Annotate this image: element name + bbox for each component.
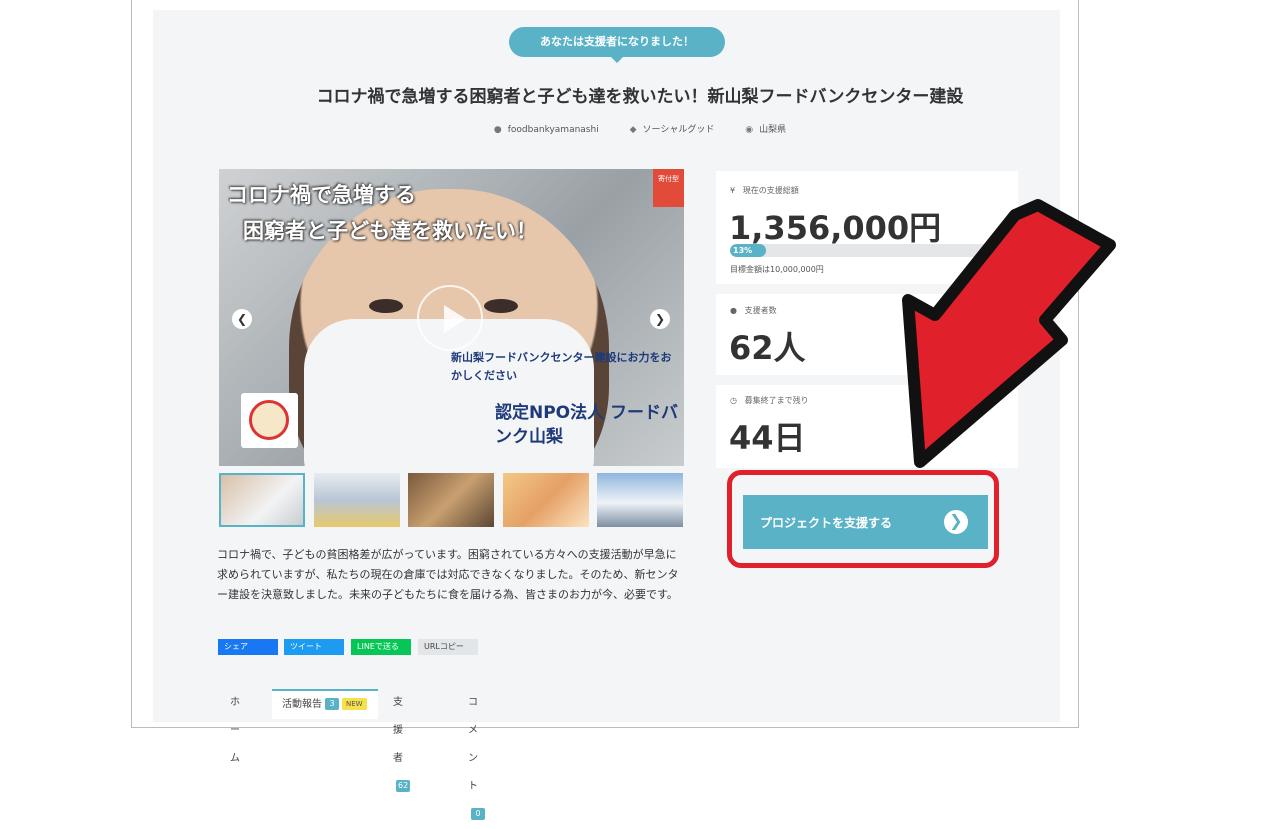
arrow-right-circle-icon: ❯ <box>944 510 968 534</box>
line-share-button[interactable]: LINEで送る <box>351 639 411 655</box>
tab-comments-label: コメント <box>468 697 478 792</box>
thumbnail-1[interactable] <box>219 473 305 527</box>
comments-count-badge: 0 <box>471 808 485 820</box>
supporters-label-row: ● 支援者数 <box>730 305 777 316</box>
location-name: 山梨県 <box>759 125 787 135</box>
thumbnail-5[interactable] <box>597 473 683 527</box>
project-meta: ● foodbankyamanashi ◆ ソーシャルグッド ◉ 山梨県 <box>180 122 1100 135</box>
tab-comments[interactable]: コメント 0 <box>468 689 485 820</box>
thumbnail-3[interactable] <box>408 473 494 527</box>
project-hero-image[interactable]: コロナ禍で急増する 困窮者と子ども達を救いたい！ 新山梨フードバンクセンター建設… <box>219 169 684 466</box>
supporter-badge: あなたは支援者になりました！ <box>509 27 725 63</box>
tab-home-label: ホーム <box>230 697 240 764</box>
activity-count-badge: 3 <box>325 698 339 710</box>
hero-org-name: 認定NPO法人 フードバンク山梨 <box>495 403 679 447</box>
map-pin-icon: ◉ <box>745 125 754 135</box>
play-video-icon[interactable] <box>417 285 483 351</box>
clock-icon: ◷ <box>730 396 737 405</box>
amount-label-row: ¥ 現在の支援総額 <box>730 185 799 196</box>
new-badge: NEW <box>342 698 367 710</box>
yen-icon: ¥ <box>730 186 736 195</box>
tab-supporters-label: 支援者 <box>393 697 403 764</box>
tab-activity-label: 活動報告 <box>282 699 322 710</box>
user-icon: ● <box>493 125 502 135</box>
hero-headline-2: 困窮者と子ども達を救いたい！ <box>243 219 537 243</box>
facebook-share-label: シェア <box>224 642 248 651</box>
org-logo <box>241 393 298 448</box>
donation-type-tag: 寄付型 <box>653 169 684 207</box>
tag-icon: ◆ <box>629 125 637 135</box>
hero-headline-1: コロナ禍で急増する <box>227 183 416 207</box>
chevron-right-icon[interactable]: ❯ <box>650 309 670 329</box>
red-arrow-annotation <box>902 199 1116 468</box>
line-share-label: LINEで送る <box>357 642 399 651</box>
support-button-label: プロジェクトを支援する <box>760 516 893 530</box>
tab-home[interactable]: ホーム <box>230 689 240 764</box>
author-name: foodbankyamanashi <box>507 125 599 135</box>
url-copy-button[interactable]: URLコピー <box>418 639 478 655</box>
amount-label: 現在の支援総額 <box>742 186 799 195</box>
author-link[interactable]: ● foodbankyamanashi <box>494 125 599 135</box>
supporters-label: 支援者数 <box>744 306 777 315</box>
project-description: コロナ禍で、子どもの貧困格差が広がっています。困窮されている方々への支援活動が早… <box>217 548 679 601</box>
remaining-label: 募集終了まで残り <box>744 396 809 405</box>
supporters-value: 62人 <box>729 329 806 367</box>
url-copy-label: URLコピー <box>424 642 464 651</box>
goal-amount: 目標金額は10,000,000円 <box>730 265 824 274</box>
twitter-share-button[interactable]: ツイート <box>284 639 344 655</box>
remaining-value: 44日 <box>729 419 806 457</box>
tab-activity-reports[interactable]: 活動報告 3 NEW <box>272 689 378 719</box>
progress-fill: 13% <box>730 244 766 257</box>
location-link[interactable]: ◉ 山梨県 <box>745 122 786 135</box>
support-project-button[interactable]: プロジェクトを支援する ❯ <box>743 495 988 549</box>
supporters-count-badge: 62 <box>396 780 411 792</box>
project-title: コロナ禍で急増する困窮者と子ども達を救いたい！新山梨フードバンクセンター建設 <box>316 87 964 107</box>
eye-right <box>484 299 518 313</box>
facebook-share-button[interactable]: シェア <box>218 639 278 655</box>
thumbnail-4[interactable] <box>503 473 589 527</box>
category-name: ソーシャルグッド <box>642 125 715 135</box>
twitter-share-label: ツイート <box>290 642 322 651</box>
thumbnail-strip <box>219 473 684 529</box>
category-link[interactable]: ◆ ソーシャルグッド <box>630 122 715 135</box>
user-icon: ● <box>730 306 737 315</box>
chevron-left-icon[interactable]: ❮ <box>232 309 252 329</box>
hero-subtext: 新山梨フードバンクセンター建設にお力をおかしください <box>451 351 672 382</box>
tab-supporters[interactable]: 支援者 62 <box>393 689 411 792</box>
remaining-label-row: ◷ 募集終了まで残り <box>730 395 809 406</box>
eye-left <box>369 299 403 313</box>
thumbnail-2[interactable] <box>314 473 400 527</box>
